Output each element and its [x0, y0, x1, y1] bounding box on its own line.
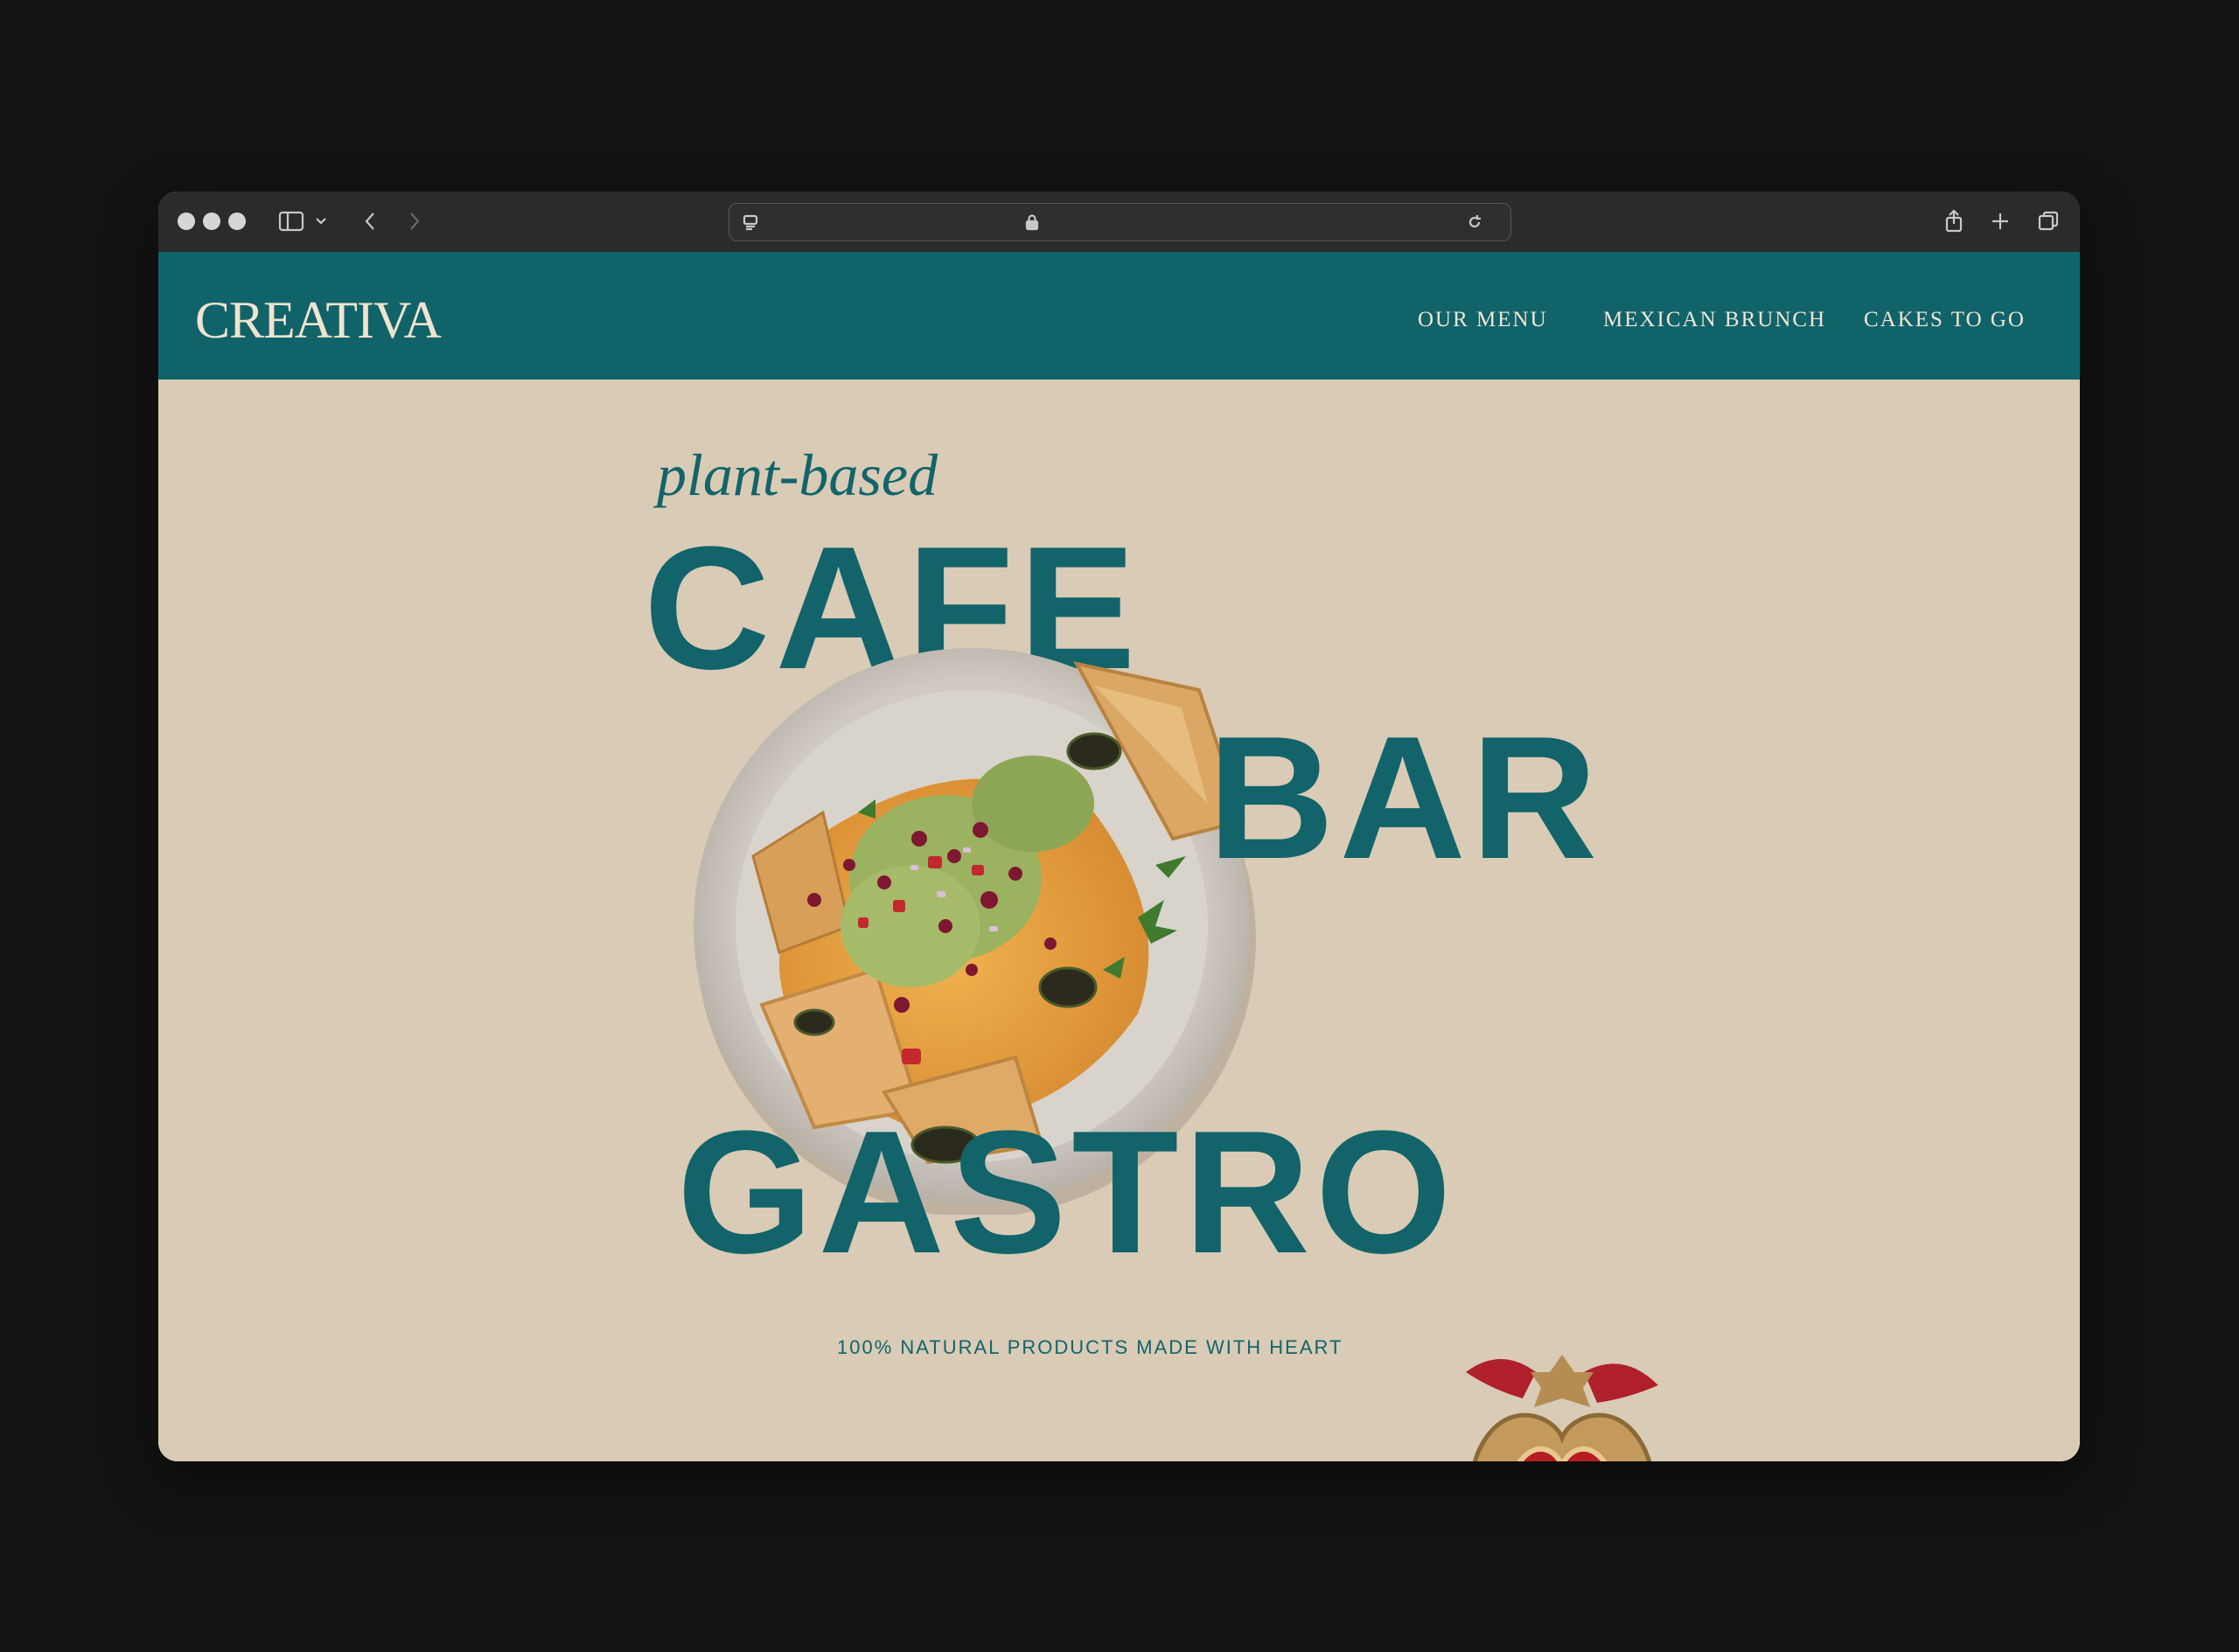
hero-word-gastro: GASTRO	[677, 1095, 1457, 1290]
nav-cakes-to-go[interactable]: CAKES TO GO	[1864, 308, 2026, 332]
minimize-button[interactable]	[203, 213, 220, 230]
chevron-down-icon[interactable]	[310, 206, 331, 237]
share-icon[interactable]	[1938, 206, 1970, 237]
forward-icon[interactable]	[399, 206, 430, 237]
hero-section: plant-based CAFE BAR GASTRO 100% NATURAL…	[158, 380, 2080, 1461]
address-bar[interactable]	[729, 203, 1511, 241]
window-controls	[178, 213, 246, 230]
zoom-button[interactable]	[228, 213, 246, 230]
hero-tagline: 100% NATURAL PRODUCTS MADE WITH HEART	[837, 1336, 1343, 1358]
site-header: CREATIVA OUR MENU MEXICAN BRUNCH CAKES T…	[158, 252, 2080, 380]
reader-icon[interactable]	[735, 206, 766, 238]
browser-window: CREATIVA OUR MENU MEXICAN BRUNCH CAKES T…	[158, 192, 2080, 1461]
nav-our-menu[interactable]: OUR MENU	[1418, 308, 1548, 332]
new-tab-icon[interactable]	[1984, 206, 2016, 237]
sidebar-icon[interactable]	[276, 206, 307, 237]
hero-script-word: plant-based	[657, 442, 938, 508]
reload-icon[interactable]	[1459, 206, 1490, 238]
site-logo[interactable]: CREATIVA	[195, 290, 442, 351]
nav-mexican-brunch[interactable]: MEXICAN BRUNCH	[1603, 308, 1826, 332]
browser-toolbar	[158, 192, 2080, 253]
hero-word-bar: BAR	[1208, 701, 1603, 896]
close-button[interactable]	[178, 213, 195, 230]
lock-icon	[1016, 206, 1048, 238]
tabs-overview-icon[interactable]	[2033, 206, 2064, 237]
sacred-heart-ornament-image	[1440, 1337, 1684, 1461]
back-icon[interactable]	[354, 206, 386, 237]
